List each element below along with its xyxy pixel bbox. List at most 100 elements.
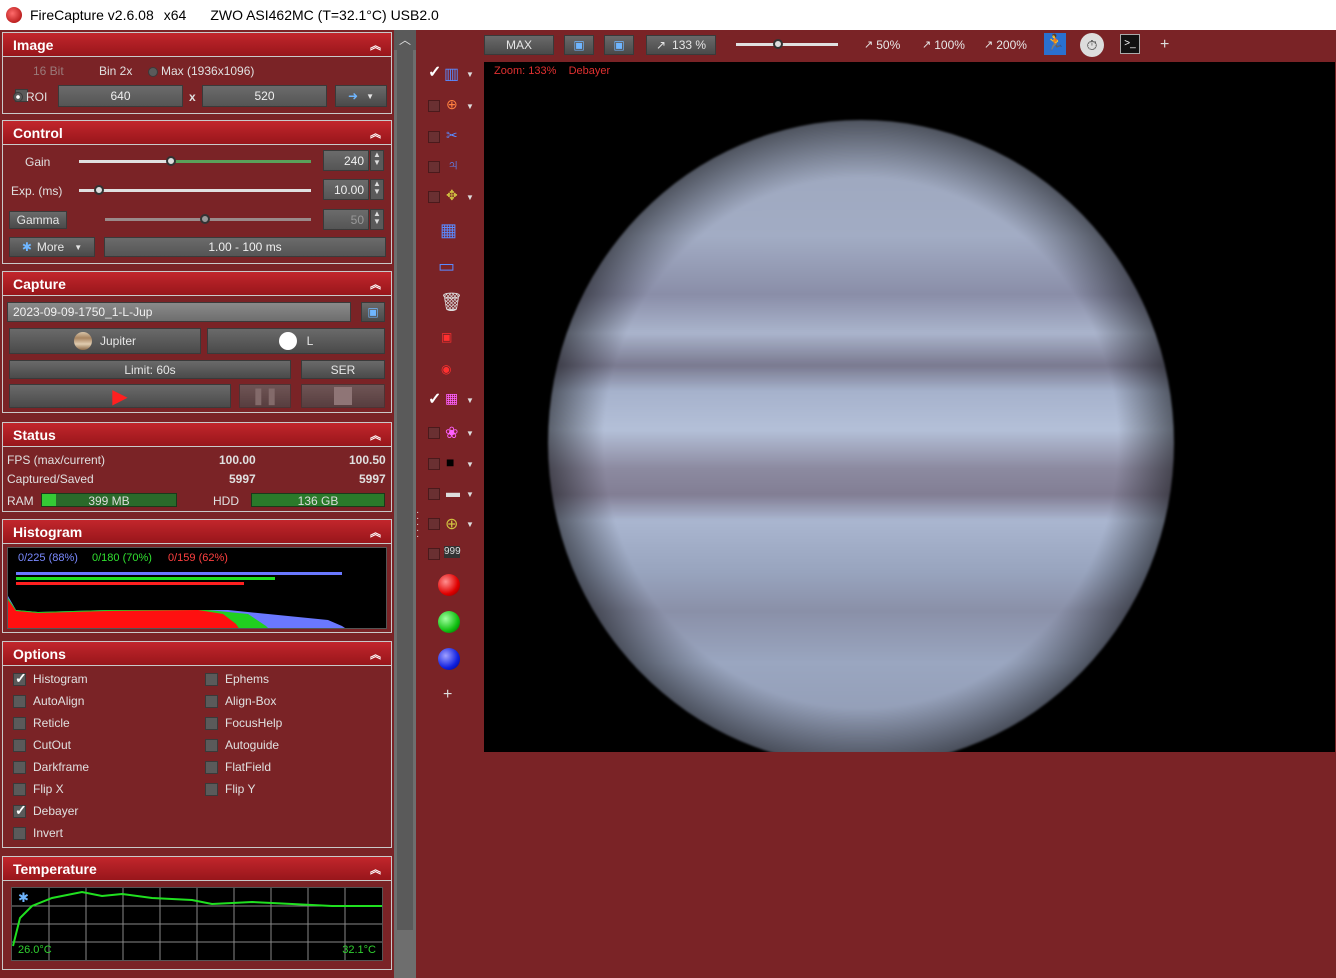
option-invert[interactable]: Invert (13, 825, 63, 841)
scroll-up-icon[interactable]: ︿ (394, 30, 416, 50)
crosshair-tool-checkbox[interactable] (428, 100, 440, 112)
zoom-button[interactable]: ↗ 133 % (646, 35, 716, 55)
roi-height-field[interactable]: 520 (202, 85, 327, 107)
image-panel-header[interactable]: Image ︽ (3, 33, 391, 57)
option-cutout[interactable]: CutOut (13, 737, 71, 753)
chevron-down-icon[interactable]: ▼ (466, 520, 474, 529)
align-tool-checkbox[interactable] (428, 191, 440, 203)
color-tool-checkbox[interactable] (428, 427, 440, 439)
option-checkbox[interactable] (205, 738, 218, 752)
exposure-slider-track[interactable] (79, 189, 311, 192)
collapse-icon[interactable]: ︽ (370, 427, 381, 443)
histogram-tool-checkbox[interactable]: ✓ (428, 65, 441, 81)
roi-preset-dropdown[interactable]: ➜ ▼ (335, 85, 387, 107)
option-align-box[interactable]: Align-Box (205, 693, 276, 709)
collapse-icon[interactable]: ︽ (370, 861, 381, 877)
chevron-down-icon[interactable]: ▼ (466, 490, 474, 499)
black-tool-checkbox[interactable] (428, 458, 440, 470)
gamma-value-field[interactable]: 50 (323, 209, 369, 230)
histogram-panel-header[interactable]: Histogram ︽ (3, 520, 391, 544)
limit-button[interactable]: Limit: 60s (9, 360, 291, 379)
option-checkbox[interactable] (205, 672, 218, 686)
option-checkbox[interactable] (13, 760, 26, 774)
gain-value-field[interactable]: 240 (323, 150, 369, 171)
exposure-slider-knob[interactable] (94, 185, 104, 195)
camera-settings-button[interactable]: ▣ (361, 302, 385, 322)
chevron-down-icon[interactable]: ▼ (466, 396, 474, 405)
grid-tool-checkbox[interactable]: ✓ (428, 392, 441, 408)
control-panel-header[interactable]: Control ︽ (3, 121, 391, 145)
jupiter-symbol-icon[interactable]: ♃ (447, 157, 465, 175)
chevron-down-icon[interactable]: ▼ (466, 460, 474, 469)
option-autoalign[interactable]: AutoAlign (13, 693, 84, 709)
option-checkbox[interactable] (13, 826, 26, 840)
collapse-icon[interactable]: ︽ (370, 524, 381, 540)
cutout-tool-checkbox[interactable] (428, 131, 440, 143)
zoom-slider-knob[interactable] (773, 39, 783, 49)
exposure-spinner[interactable]: ▲ ▼ (370, 179, 384, 200)
options-panel-header[interactable]: Options ︽ (3, 642, 391, 666)
collapse-icon[interactable]: ︽ (370, 276, 381, 292)
grid-icon[interactable]: ▦ (445, 390, 463, 408)
chevron-down-icon[interactable]: ▼ (466, 193, 474, 202)
option-checkbox[interactable] (13, 802, 27, 819)
gain-slider-knob[interactable] (166, 156, 176, 166)
format-button[interactable]: SER (301, 360, 385, 379)
scissors-icon[interactable]: ✂ (446, 127, 464, 145)
zoom-slider-track[interactable] (736, 43, 838, 46)
terminal-icon[interactable]: >_ (1120, 34, 1140, 54)
more-button[interactable]: ✱ More ▼ (9, 237, 95, 257)
scrollbar-thumb[interactable] (397, 50, 413, 930)
zoom-100-button[interactable]: ↗ 100% (922, 38, 965, 58)
option-ephems[interactable]: Ephems (205, 671, 269, 687)
image-viewer[interactable]: Zoom: 133% Debayer (484, 62, 1335, 752)
collapse-icon[interactable]: ︽ (370, 125, 381, 141)
gamma-button[interactable]: Gamma (9, 211, 67, 229)
trash-icon[interactable]: 🗑 (440, 292, 463, 312)
collapse-icon[interactable]: ︽ (370, 37, 381, 53)
option-darkframe[interactable]: Darkframe (13, 759, 89, 775)
object-button[interactable]: Jupiter (9, 328, 201, 354)
filter-button[interactable]: L (207, 328, 385, 354)
target-icon[interactable]: ⊕ (445, 514, 463, 533)
calculator-icon[interactable]: ▦ (440, 220, 458, 240)
drag-handle-icon[interactable]: · · · · · (416, 508, 419, 542)
counter-tool-checkbox[interactable] (428, 548, 440, 560)
target-tool-checkbox[interactable] (428, 518, 440, 530)
add-icon[interactable]: + (1160, 36, 1169, 56)
temperature-panel-header[interactable]: Temperature ︽ (3, 857, 391, 881)
gamma-slider-knob[interactable] (200, 214, 210, 224)
folder-icon[interactable]: ▭ (438, 256, 456, 276)
chevron-down-icon[interactable]: ▼ (466, 429, 474, 438)
bar-tool-checkbox[interactable] (428, 488, 440, 500)
option-checkbox[interactable] (205, 716, 218, 730)
sun-icon[interactable]: ◉ (441, 362, 459, 380)
red-channel-icon[interactable] (438, 574, 460, 596)
chevron-down-icon[interactable]: ▼ (466, 102, 474, 111)
option-checkbox[interactable] (13, 738, 26, 752)
option-flip-y[interactable]: Flip Y (205, 781, 255, 797)
option-checkbox[interactable] (205, 782, 218, 796)
option-debayer[interactable]: Debayer (13, 802, 78, 819)
fullscreen-button[interactable]: ▣ (604, 35, 634, 55)
roi-width-field[interactable]: 640 (58, 85, 183, 107)
rgb-circles-icon[interactable]: ❀ (445, 423, 463, 442)
counter-icon[interactable]: 999 (444, 546, 461, 558)
option-flip-x[interactable]: Flip X (13, 781, 64, 797)
bar-icon[interactable]: ▬ (446, 484, 464, 502)
gear-icon[interactable]: ✱ (18, 890, 29, 906)
option-flatfield[interactable]: FlatField (205, 759, 271, 775)
option-checkbox[interactable] (13, 670, 27, 687)
option-checkbox[interactable] (13, 694, 26, 708)
black-square-icon[interactable]: ■ (446, 454, 464, 472)
option-checkbox[interactable] (13, 716, 26, 730)
collapse-icon[interactable]: ︽ (370, 646, 381, 662)
move-icon[interactable]: ✥ (446, 187, 464, 205)
option-checkbox[interactable] (205, 760, 218, 774)
option-autoguide[interactable]: Autoguide (205, 737, 279, 753)
fit-screen-button[interactable]: ▣ (564, 35, 594, 55)
exposure-range-field[interactable]: 1.00 - 100 ms (104, 237, 386, 257)
zoom-50-button[interactable]: ↗ 50% (864, 38, 900, 58)
status-panel-header[interactable]: Status ︽ (3, 423, 391, 447)
capture-panel-header[interactable]: Capture ︽ (3, 272, 391, 296)
